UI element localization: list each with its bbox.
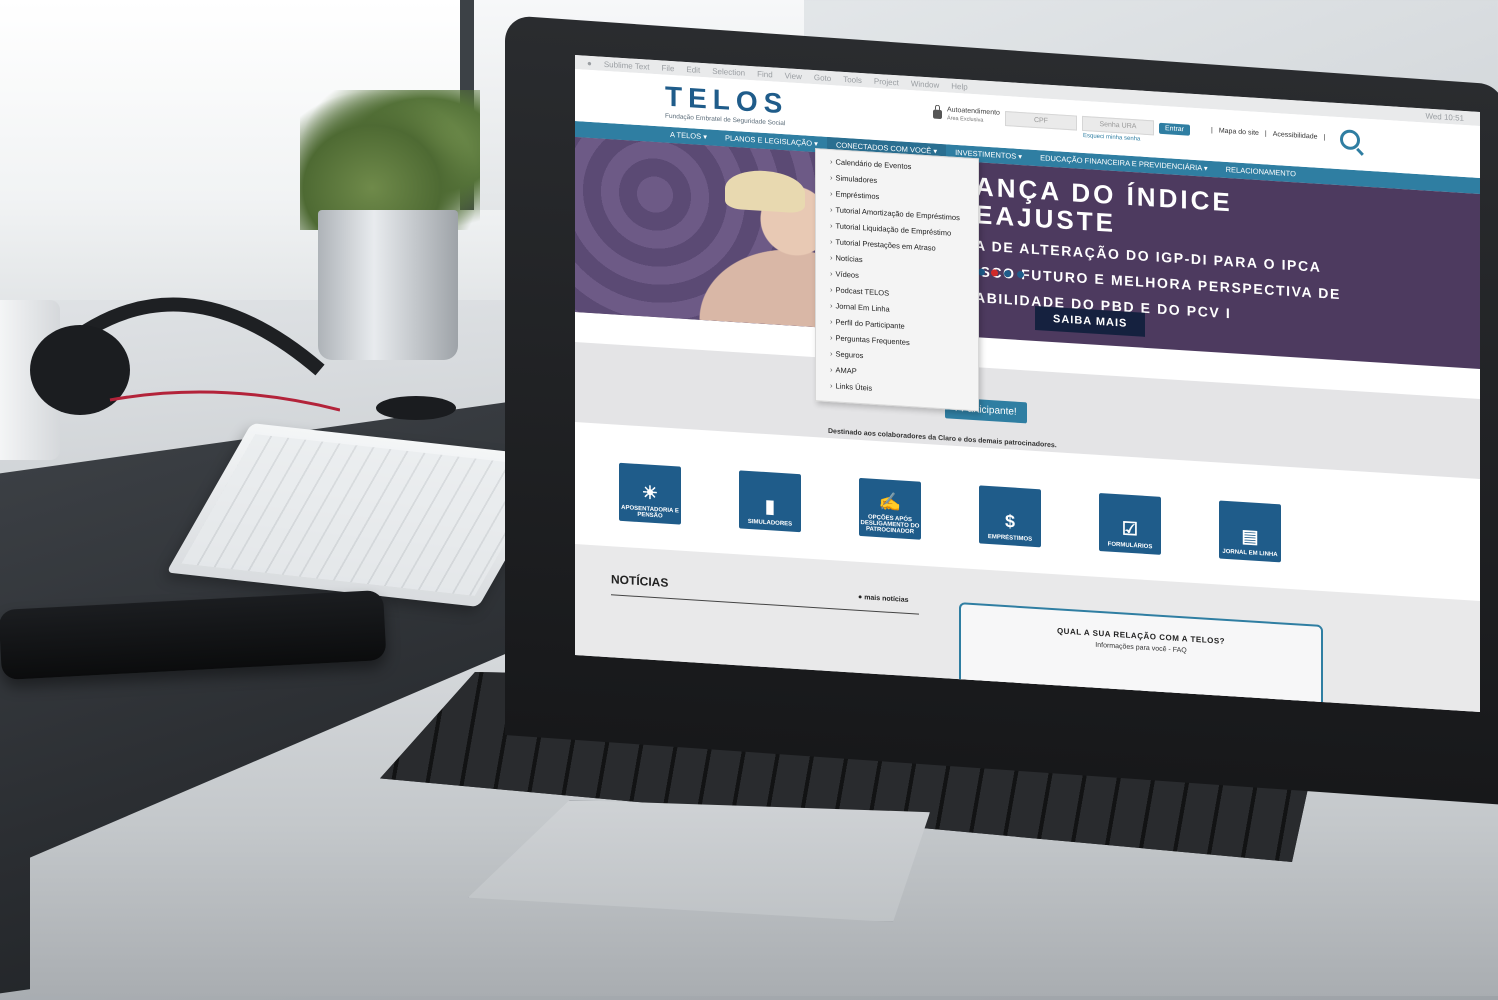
tile-aposentadoria[interactable]: ☀ APOSENTADORIA E PENSÃO xyxy=(619,462,681,525)
checklist-icon: ☑ xyxy=(1121,518,1139,540)
separator: | xyxy=(1323,134,1326,142)
menubar-file[interactable]: File xyxy=(662,63,675,73)
menubar-selection[interactable]: Selection xyxy=(712,66,745,77)
acessibilidade-link[interactable]: Acessibilidade xyxy=(1273,131,1318,141)
autoatendimento-label: Autoatendimento Área Exclusiva xyxy=(947,106,1000,125)
tile-label: FORMULÁRIOS xyxy=(1107,541,1153,551)
menubar-help[interactable]: Help xyxy=(951,81,967,91)
tile-label: EMPRÉSTIMOS xyxy=(987,533,1033,543)
cpf-input[interactable]: CPF xyxy=(1004,110,1077,131)
mapa-do-site-link[interactable]: Mapa do site xyxy=(1219,128,1259,138)
menubar-find[interactable]: Find xyxy=(757,69,773,79)
dollar-icon: $ xyxy=(1004,511,1015,532)
plant xyxy=(300,90,480,230)
carousel-dot[interactable] xyxy=(1004,269,1011,278)
menubar-project[interactable]: Project xyxy=(874,76,899,87)
menubar-window[interactable]: Window xyxy=(911,79,939,90)
tile-opcoes[interactable]: ✍ OPÇÕES APÓS DESLIGAMENTO DO PATROCINAD… xyxy=(859,477,921,540)
telos-logo[interactable]: TELOS Fundação Embratel de Seguridade So… xyxy=(665,81,788,128)
entrar-button[interactable]: Entrar xyxy=(1158,122,1190,136)
tile-emprestimos[interactable]: $ EMPRÉSTIMOS xyxy=(979,485,1041,548)
menubar-clock: Wed 10:51 xyxy=(1425,111,1464,123)
search-icon[interactable] xyxy=(1340,129,1360,151)
forgot-password-link[interactable]: Esqueci minha senha xyxy=(1083,133,1140,143)
tile-jornal[interactable]: ▤ JORNAL EM LINHA xyxy=(1219,500,1281,563)
plus-circle-icon: ● xyxy=(858,593,863,602)
more-news-label: mais notícias xyxy=(864,594,909,604)
carousel-dot-active[interactable] xyxy=(991,269,998,277)
menubar-goto[interactable]: Goto xyxy=(814,73,831,83)
login-form: Autoatendimento Área Exclusiva CPF Senha… xyxy=(933,106,1190,138)
news-title: NOTÍCIAS xyxy=(611,572,669,590)
separator: | xyxy=(1264,130,1267,138)
laptop-screen: ● Sublime Text File Edit Selection Find … xyxy=(575,55,1480,712)
tile-formularios[interactable]: ☑ FORMULÁRIOS xyxy=(1099,492,1161,555)
senha-input[interactable]: Senha URA xyxy=(1081,115,1154,135)
coaster xyxy=(376,396,456,420)
headphones xyxy=(30,297,340,415)
more-news-link[interactable]: ● mais notícias xyxy=(858,594,909,604)
tile-label: APOSENTADORIA E PENSÃO xyxy=(621,504,679,520)
menubar-app[interactable]: Sublime Text xyxy=(604,59,650,71)
sun-waves-icon: ☀ xyxy=(641,482,659,504)
hand-pen-icon: ✍ xyxy=(878,491,902,513)
separator: | xyxy=(1211,127,1213,135)
menubar-edit[interactable]: Edit xyxy=(686,65,700,75)
tile-label: SIMULADORES xyxy=(747,518,793,528)
menubar-tools[interactable]: Tools xyxy=(843,74,862,84)
tile-label: JORNAL EM LINHA xyxy=(1222,548,1278,559)
conectados-dropdown: Calendário de Eventos Simuladores Emprés… xyxy=(815,148,979,412)
apple-icon[interactable]: ● xyxy=(587,58,592,67)
newspaper-icon: ▤ xyxy=(1241,525,1259,548)
lock-icon xyxy=(933,109,942,119)
carousel-dot[interactable] xyxy=(978,268,985,276)
hero-text: ANÇA DO ÍNDICE EAJUSTE A DE ALTERAÇÃO DO… xyxy=(975,171,1341,329)
top-links: | Mapa do site | Acessibilidade | xyxy=(1211,127,1325,141)
bar-chart-icon: ▮ xyxy=(765,495,775,517)
tile-label: OPÇÕES APÓS DESLIGAMENTO DO PATROCINADOR xyxy=(860,514,920,536)
tile-simuladores[interactable]: ▮ SIMULADORES xyxy=(739,470,801,533)
menubar-view[interactable]: View xyxy=(785,71,802,81)
carousel-dot[interactable] xyxy=(1017,270,1024,279)
